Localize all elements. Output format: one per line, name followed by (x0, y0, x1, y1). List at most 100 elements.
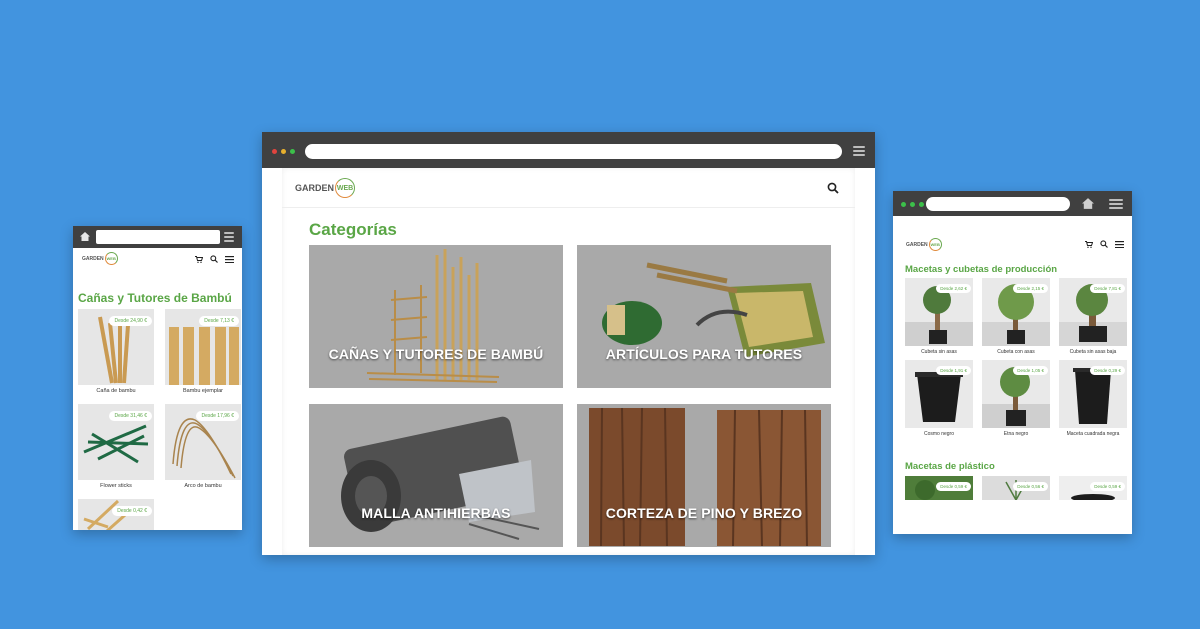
product-image: Desde 0,42 € (78, 499, 154, 530)
price-badge: Desde 1,91 € (936, 366, 971, 375)
search-icon[interactable] (210, 255, 218, 263)
product-image: Desde 2,62 € (905, 278, 973, 346)
logo-web-badge: WEB (928, 238, 942, 251)
product-image: Desde 0,59 € (905, 476, 973, 500)
status-dot (910, 202, 915, 207)
maximize-dot[interactable] (290, 149, 295, 154)
product-card[interactable]: Desde 2,62 € Cubeta sin asas (905, 278, 973, 360)
price-badge: Desde 0,59 € (936, 482, 971, 491)
browser-menu-icon[interactable] (224, 232, 234, 242)
logo-text: GARDEN (82, 255, 104, 262)
status-dot (901, 202, 906, 207)
product-image: Desde 17,96 € (165, 404, 241, 480)
bamboo-canes-image (366, 249, 500, 383)
product-card[interactable]: Desde 1,91 € Cosmo negro (905, 360, 973, 442)
product-image: Desde 7,13 € (165, 309, 241, 385)
browser-title-bar (262, 132, 875, 168)
price-badge: Desde 17,96 € (196, 411, 239, 421)
page-content: GARDEN WEB Categorías CAÑAS Y TUTORES DE… (282, 168, 855, 555)
product-name: Maceta cuadrada negra (1066, 431, 1120, 437)
product-card[interactable]: Desde 24,90 € Caña de bambu (78, 309, 154, 404)
browser-title-bar (893, 191, 1132, 216)
logo-web-badge: WEB (104, 252, 118, 265)
logo-web-badge: WEB (335, 178, 356, 198)
product-image: Desde 0,56 € (982, 476, 1050, 500)
price-badge: Desde 31,46 € (109, 411, 152, 421)
category-tile-bamboo[interactable]: CAÑAS Y TUTORES DE BAMBÚ (309, 245, 563, 388)
product-image: Desde 2,15 € (982, 278, 1050, 346)
product-image: Desde 0,29 € (1059, 360, 1127, 428)
product-card[interactable]: Desde 17,96 € Arco de bambu (165, 404, 241, 499)
address-bar[interactable] (926, 197, 1070, 211)
header-icons (195, 255, 234, 263)
logo-text: GARDEN (295, 183, 335, 193)
product-name: Arco de bambu (184, 483, 222, 489)
product-card[interactable]: Desde 0,59 € (1059, 476, 1127, 500)
home-icon[interactable] (1082, 198, 1094, 209)
product-name: Caña de bambu (96, 388, 136, 394)
menu-icon[interactable] (1115, 240, 1124, 248)
price-badge: Desde 24,90 € (109, 316, 152, 326)
cart-icon[interactable] (1085, 240, 1093, 248)
product-card[interactable]: Desde 0,29 € Maceta cuadrada negra (1059, 360, 1127, 442)
category-label: CAÑAS Y TUTORES DE BAMBÚ (328, 346, 544, 362)
desktop-browser-window: GARDEN WEB Categorías CAÑAS Y TUTORES DE… (262, 132, 875, 555)
product-image: Desde 7,81 € (1059, 278, 1127, 346)
address-bar[interactable] (305, 144, 842, 159)
site-header: GARDEN WEB (282, 168, 855, 208)
pine-bark-image (589, 407, 821, 547)
gardenweb-logo[interactable]: GARDEN WEB (906, 238, 942, 251)
product-name: Cosmo negro (923, 431, 954, 437)
minimize-dot[interactable] (281, 149, 286, 154)
product-image: Desde 0,59 € (1059, 476, 1127, 500)
product-card[interactable]: Desde 0,59 € (905, 476, 973, 500)
product-card[interactable]: Desde 1,05 € Etna negro (982, 360, 1050, 442)
browser-menu-icon[interactable] (1109, 199, 1123, 209)
category-label: CORTEZA DE PINO Y BREZO (605, 505, 803, 521)
weed-mesh-roll-image (341, 416, 540, 540)
product-card[interactable]: Desde 7,81 € Cubeta sin asas baja (1059, 278, 1127, 360)
category-label: MALLA ANTIHIERBAS (361, 505, 511, 521)
gardenweb-logo[interactable]: GARDEN WEB (82, 252, 118, 265)
logo-text: GARDEN (906, 241, 928, 248)
gardenweb-logo[interactable]: GARDEN WEB (295, 178, 356, 198)
category-tile-bark[interactable]: CORTEZA DE PINO Y BREZO (577, 404, 831, 547)
product-image: Desde 24,90 € (78, 309, 154, 385)
menu-icon[interactable] (225, 255, 234, 263)
browser-menu-icon[interactable] (853, 146, 865, 156)
product-card[interactable]: Desde 2,15 € Cubeta con asas (982, 278, 1050, 360)
cart-icon[interactable] (195, 255, 203, 263)
category-tile-mesh[interactable]: MALLA ANTIHIERBAS (309, 404, 563, 547)
product-name: Cubeta sin asas baja (1069, 349, 1117, 355)
mobile-browser-window: GARDEN WEB Cañas y Tutores de Bambú Desd… (73, 226, 242, 530)
site-header: GARDEN WEB (893, 236, 1132, 256)
category-tile-accessories[interactable]: ARTÍCULOS PARA TUTORES (577, 245, 831, 388)
product-grid-plastic: Desde 0,59 € Desde 0,56 € Desde 0,59 € (905, 476, 1127, 500)
price-badge: Desde 0,29 € (1090, 366, 1125, 375)
section-title-production: Macetas y cubetas de producción (905, 264, 1058, 275)
search-icon[interactable] (1100, 240, 1108, 248)
category-grid: CAÑAS Y TUTORES DE BAMBÚ ARTÍCULOS PARA … (309, 245, 831, 547)
search-icon[interactable] (827, 182, 839, 194)
product-name: Etna negro (1003, 431, 1029, 437)
section-title-plastic: Macetas de plástico (905, 461, 995, 472)
price-badge: Desde 0,42 € (112, 506, 152, 516)
product-name: Cubeta sin asas (921, 349, 957, 355)
product-name: Flower sticks (100, 483, 132, 489)
product-card[interactable]: Desde 31,46 € Flower sticks (78, 404, 154, 499)
product-image: Desde 31,46 € (78, 404, 154, 480)
product-card[interactable]: Desde 0,56 € (982, 476, 1050, 500)
product-name: Bambu ejemplar (182, 388, 224, 394)
home-icon[interactable] (80, 232, 90, 241)
price-badge: Desde 7,13 € (199, 316, 239, 326)
window-controls (272, 149, 295, 154)
price-badge: Desde 2,15 € (1013, 284, 1048, 293)
product-name: Cubeta con asas (997, 349, 1035, 355)
status-dot (919, 202, 924, 207)
address-bar[interactable] (96, 230, 220, 244)
product-card[interactable]: Desde 7,13 € Bambu ejemplar (165, 309, 241, 404)
product-card[interactable]: Desde 0,42 € (78, 499, 154, 530)
close-dot[interactable] (272, 149, 277, 154)
price-badge: Desde 7,81 € (1090, 284, 1125, 293)
tablet-browser-window: GARDEN WEB Macetas y cubetas de producci… (893, 191, 1132, 534)
